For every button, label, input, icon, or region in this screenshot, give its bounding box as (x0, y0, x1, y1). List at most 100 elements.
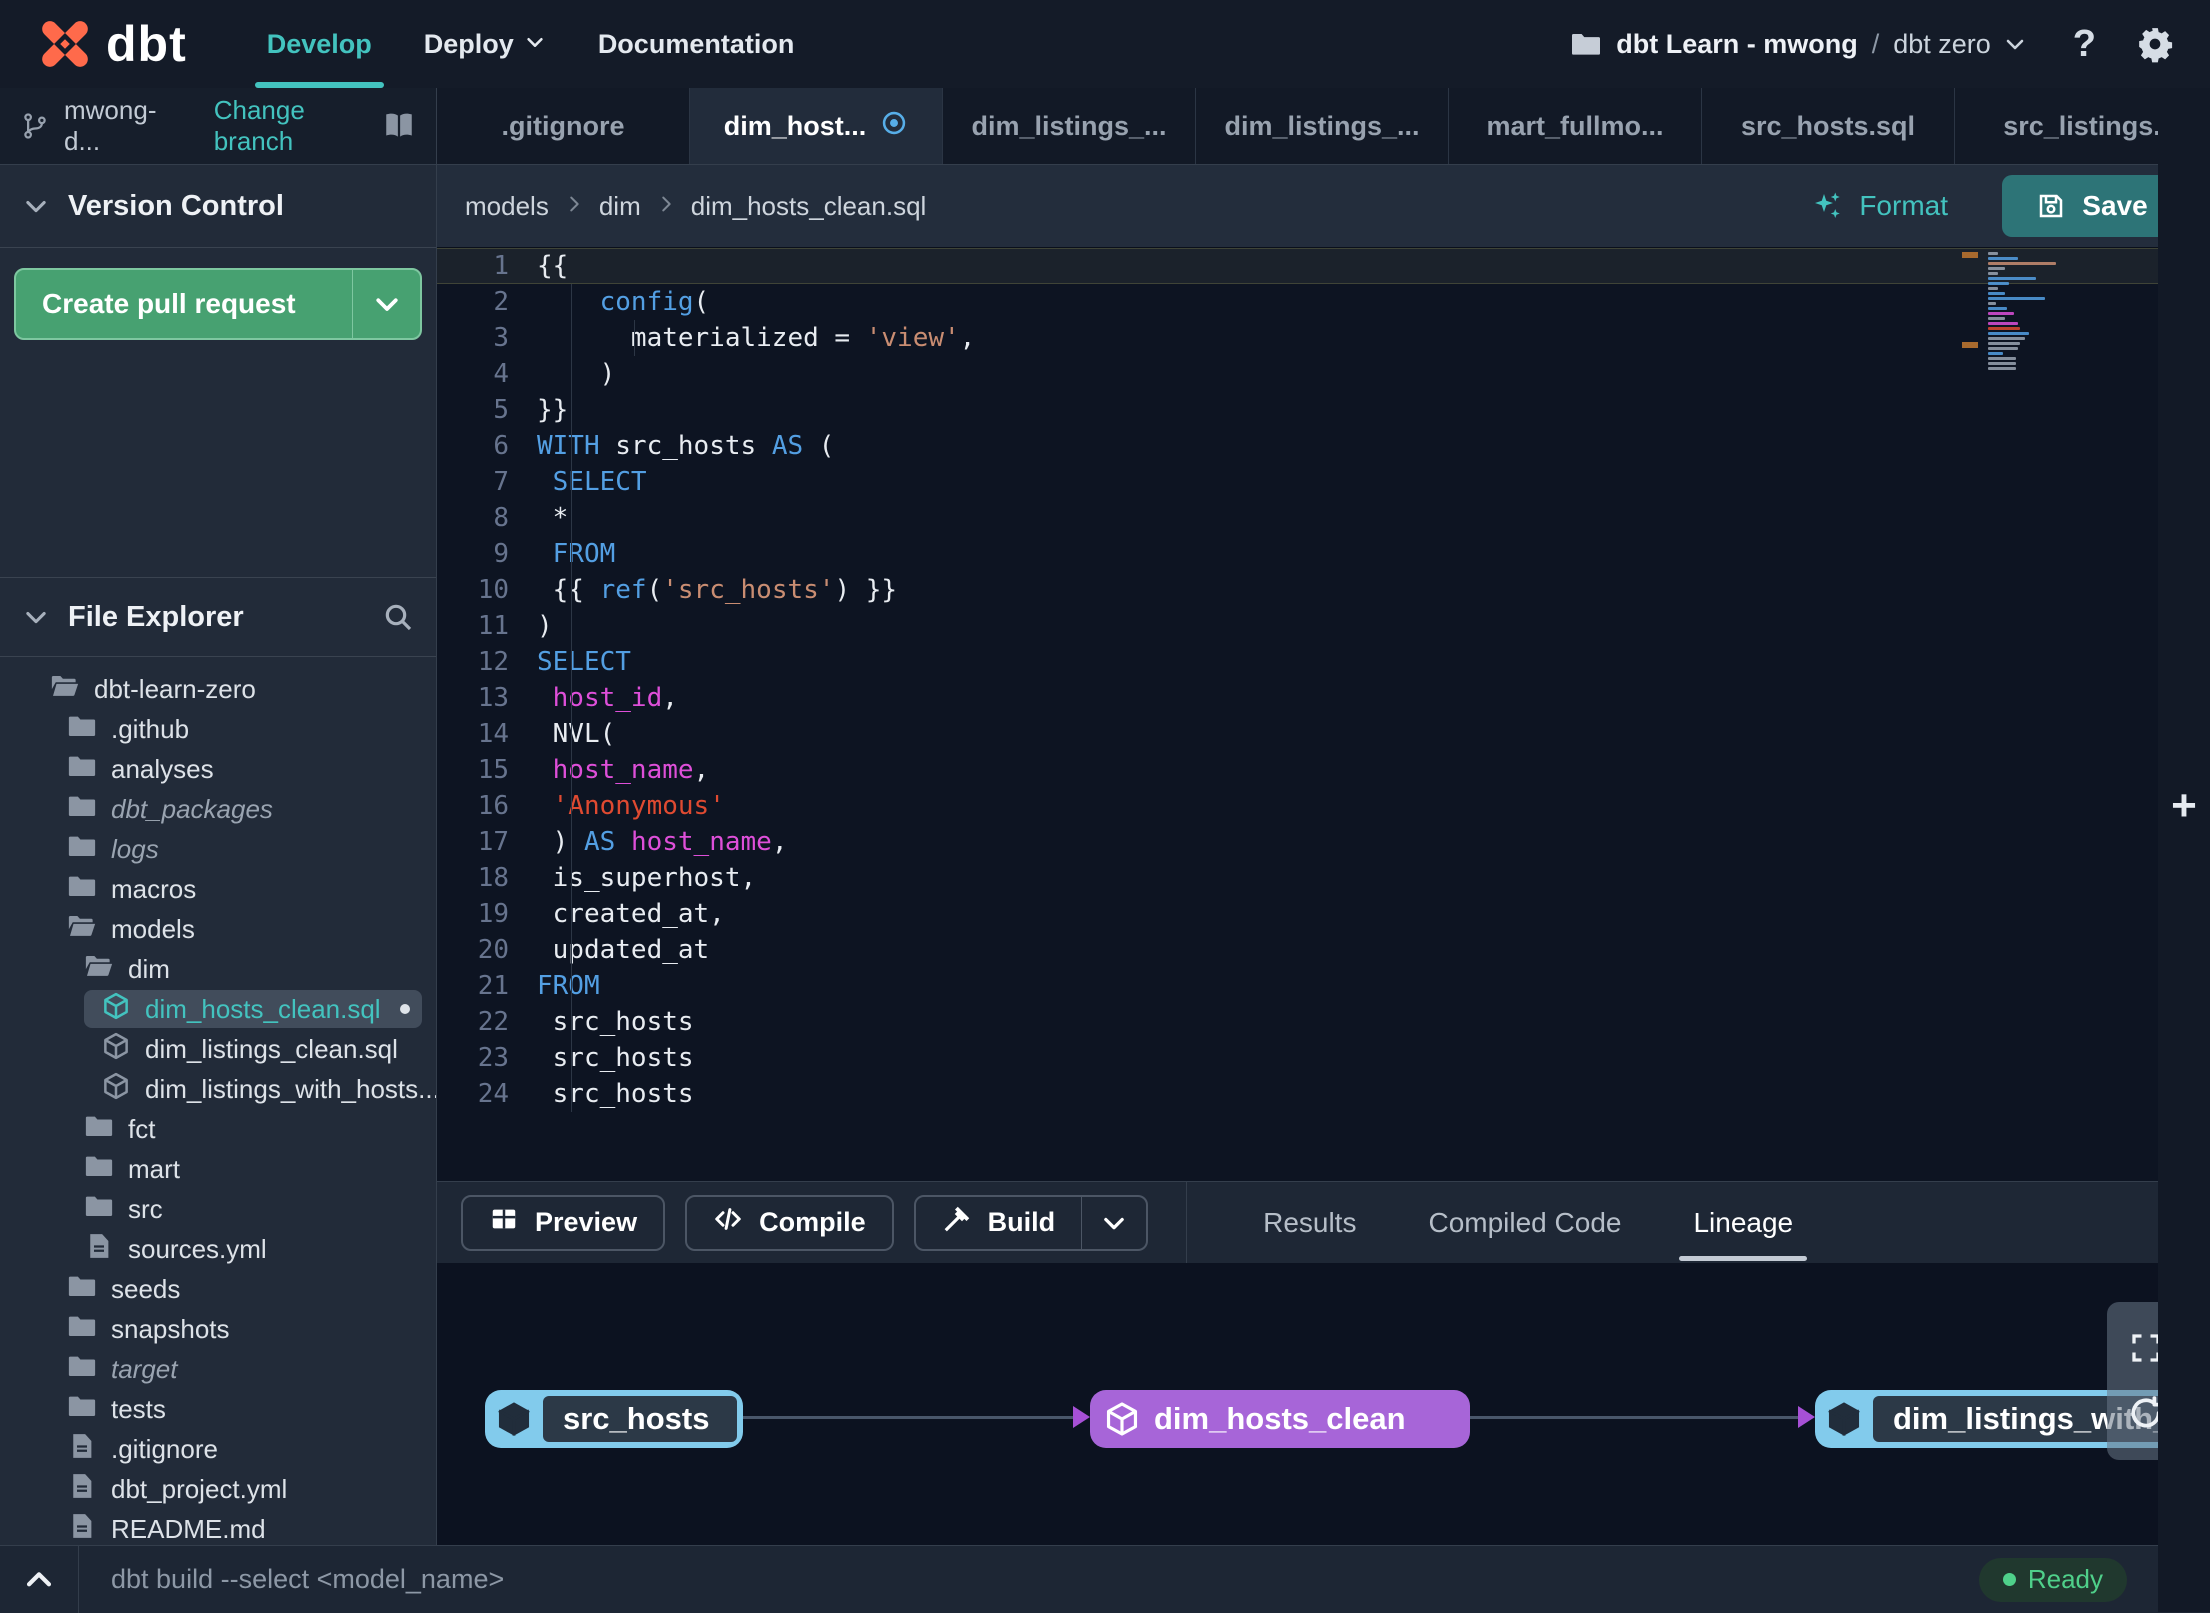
file-tree-item[interactable]: dim_hosts_clean.sql (0, 989, 436, 1029)
minimap-change-marker (1962, 342, 1978, 348)
dbt-logo[interactable]: dbt (34, 13, 187, 75)
create-pull-request-button[interactable]: Create pull request (14, 268, 422, 340)
command-input[interactable]: dbt build --select <model_name> (111, 1564, 504, 1595)
code-line[interactable]: 18 is_superhost, (437, 860, 2210, 896)
file-tree-item[interactable]: sources.yml (0, 1229, 436, 1269)
code-line[interactable]: 21 FROM (437, 968, 2210, 1004)
pr-dropdown-caret[interactable] (352, 270, 420, 338)
code-editor[interactable]: 1{{2 config(3 materialized = 'view', 4 ) 5… (437, 248, 2210, 1181)
file-tree-item[interactable]: dbt-learn-zero (0, 669, 436, 709)
chevron-down-icon (22, 192, 50, 220)
code-line[interactable]: 12 SELECT (437, 644, 2210, 680)
panel-tab-results[interactable]: Results (1227, 1182, 1392, 1263)
editor-tab[interactable]: dim_host... (690, 88, 943, 164)
file-tree-item[interactable]: seeds (0, 1269, 436, 1309)
lineage-node[interactable]: src_hosts (485, 1390, 743, 1448)
breadcrumb-item[interactable]: dim (599, 191, 641, 222)
code-line[interactable]: 15 host_name, (437, 752, 2210, 788)
change-branch-link[interactable]: Change branch (214, 95, 382, 157)
code-line[interactable]: 1{{ (437, 248, 2210, 284)
folder-icon (67, 711, 97, 748)
code-line[interactable]: 2 config( (437, 284, 2210, 320)
code-line[interactable]: 8 * (437, 500, 2210, 536)
breadcrumb-item[interactable]: models (465, 191, 549, 222)
file-tree-item[interactable]: mart (0, 1149, 436, 1189)
file-tree-item[interactable]: .github (0, 709, 436, 749)
folder-open-icon (67, 911, 97, 948)
editor-tab[interactable]: dim_listings_... (1196, 88, 1449, 164)
file-tree-item[interactable]: macros (0, 869, 436, 909)
file-tree-item[interactable]: snapshots (0, 1309, 436, 1349)
file-tree-item[interactable]: analyses (0, 749, 436, 789)
file-tree-item[interactable]: README.md (0, 1509, 436, 1545)
branch-bar: mwong-d... Change branch (0, 88, 437, 165)
save-button[interactable]: Save (2002, 175, 2182, 237)
editor-tab[interactable]: dim_listings_... (943, 88, 1196, 164)
code-line[interactable]: 17 ) AS host_name, (437, 824, 2210, 860)
code-line[interactable]: 9 FROM (437, 536, 2210, 572)
code-line[interactable]: 24 src_hosts (437, 1076, 2210, 1112)
editor-tab[interactable]: mart_fullmo... (1449, 88, 1702, 164)
build-button[interactable]: Build (913, 1194, 1149, 1251)
new-tab-button[interactable]: + (2158, 0, 2210, 1612)
code-line[interactable]: 20 updated_at (437, 932, 2210, 968)
panel-tab-lineage[interactable]: Lineage (1657, 1182, 1829, 1263)
file-tree-item[interactable]: logs (0, 829, 436, 869)
code-line[interactable]: 11) (437, 608, 2210, 644)
breadcrumb-item[interactable]: dim_hosts_clean.sql (691, 191, 927, 222)
code-line[interactable]: 14 NVL( (437, 716, 2210, 752)
code-line[interactable]: 5}} (437, 392, 2210, 428)
code-line[interactable]: 4 ) (437, 356, 2210, 392)
search-icon[interactable] (382, 601, 414, 633)
minimap-line (1988, 312, 2014, 315)
lineage-canvas[interactable]: src_hosts dim_hosts_clean dim_listings_wit… (437, 1263, 2210, 1545)
code-line[interactable]: 22 src_hosts (437, 1004, 2210, 1040)
file-tree-item[interactable]: dbt_packages (0, 789, 436, 829)
file-tree-item[interactable]: src (0, 1189, 436, 1229)
code-line[interactable]: 13 host_id, (437, 680, 2210, 716)
project-selector[interactable]: dbt Learn - mwong / dbt zero (1570, 28, 2027, 60)
preview-button[interactable]: Preview (461, 1194, 666, 1251)
code-line[interactable]: 23 src_hosts (437, 1040, 2210, 1076)
nav-item-documentation[interactable]: Documentation (572, 0, 821, 88)
build-dropdown-caret[interactable] (1081, 1196, 1146, 1249)
file-tree-item[interactable]: dbt_project.yml (0, 1469, 436, 1509)
code-line[interactable]: 10 {{ ref('src_hosts') }} (437, 572, 2210, 608)
docs-book-icon[interactable] (382, 109, 416, 143)
code-line[interactable]: 6 WITH src_hosts AS ( (437, 428, 2210, 464)
minimap[interactable] (1962, 252, 2060, 372)
file-tree-item[interactable]: dim_listings_with_hosts... (0, 1069, 436, 1109)
chevron-down-icon (22, 603, 50, 631)
compile-button[interactable]: Compile (685, 1194, 894, 1251)
file-tree-item[interactable]: dim_listings_clean.sql (0, 1029, 436, 1069)
file-tree-item[interactable]: target (0, 1349, 436, 1389)
panel-tab-compiled-code[interactable]: Compiled Code (1392, 1182, 1657, 1263)
format-button[interactable]: Format (1809, 188, 1948, 224)
line-number: 9 (493, 539, 509, 569)
code-line[interactable]: 16 'Anonymous' (437, 788, 2210, 824)
file-tree: dbt-learn-zero .github analyses dbt_package… (0, 663, 436, 1545)
code-line[interactable]: 19 created_at, (437, 896, 2210, 932)
code-line[interactable]: 7 SELECT (437, 464, 2210, 500)
file-tree-item[interactable]: tests (0, 1389, 436, 1429)
help-icon[interactable]: ? (2073, 23, 2096, 66)
line-number: 17 (477, 827, 509, 857)
file-tree-item[interactable]: fct (0, 1109, 436, 1149)
file-tree-item[interactable]: models (0, 909, 436, 949)
folder-icon (84, 1111, 114, 1148)
editor-tab[interactable]: .gitignore (437, 88, 690, 164)
code-line[interactable]: 3 materialized = 'view', (437, 320, 2210, 356)
file-tree-item[interactable]: dim (0, 949, 436, 989)
create-pull-request-label[interactable]: Create pull request (16, 270, 352, 338)
lineage-node[interactable]: dim_hosts_clean (1090, 1390, 1470, 1448)
indent-guide (634, 320, 635, 356)
gear-icon[interactable] (2136, 25, 2174, 63)
file-explorer-header[interactable]: File Explorer (0, 577, 436, 657)
nav-item-develop[interactable]: Develop (241, 0, 398, 88)
version-control-header[interactable]: Version Control (0, 165, 436, 248)
editor-tab[interactable]: src_hosts.sql (1702, 88, 1955, 164)
file-tree-item[interactable]: .gitignore (0, 1429, 436, 1469)
minimap-line (1988, 257, 2019, 260)
nav-item-deploy[interactable]: Deploy (398, 0, 572, 88)
chevron-up-icon[interactable] (22, 1563, 56, 1597)
